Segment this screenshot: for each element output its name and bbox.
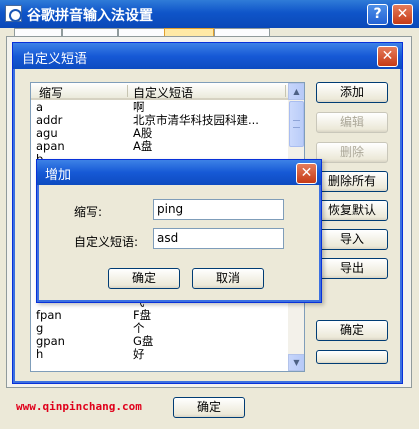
custom-phrase-ok-button[interactable]: 确定: [316, 320, 388, 341]
scroll-down-button[interactable]: ▼: [288, 354, 304, 371]
phrase-row-phrase: 好: [133, 348, 145, 361]
scroll-thumb[interactable]: [289, 101, 304, 147]
edit-button[interactable]: 编辑: [316, 112, 388, 133]
import-button[interactable]: 导入: [316, 229, 388, 250]
phrase-row-phrase: F盘: [133, 309, 152, 322]
tab-1[interactable]: [14, 28, 62, 36]
tab-5[interactable]: [214, 28, 270, 36]
abbr-input[interactable]: ping: [153, 199, 284, 220]
column-header-phrase[interactable]: 自定义短语: [133, 84, 193, 101]
app-icon: [5, 5, 22, 22]
tab-active[interactable]: [164, 28, 214, 36]
custom-phrase-title: 自定义短语: [22, 52, 88, 67]
column-divider[interactable]: [285, 85, 286, 97]
phrase-input[interactable]: asd: [153, 228, 284, 249]
phrase-row-phrase: 个: [133, 322, 145, 335]
main-window-title: 谷歌拼音输入法设置: [27, 8, 153, 24]
phrase-row-phrase: G盘: [133, 335, 154, 348]
phrase-row[interactable]: g个: [31, 322, 288, 335]
abbr-label: 缩写:: [74, 205, 103, 219]
add-phrase-title: 增加: [45, 168, 72, 183]
delete-all-button[interactable]: 删除所有: [316, 171, 388, 192]
add-phrase-dialog: 增加 ✕ 缩写: ping 自定义短语: asd 确定 取消: [36, 159, 322, 303]
main-close-button[interactable]: ✕: [392, 4, 413, 25]
column-header-abbr[interactable]: 缩写: [39, 84, 63, 101]
add-cancel-button[interactable]: 取消: [192, 268, 264, 289]
phrase-row[interactable]: a啊: [31, 101, 288, 114]
phrase-row-phrase: A股: [133, 127, 153, 140]
tab-2[interactable]: [62, 28, 118, 36]
add-phrase-title-bar[interactable]: 增加 ✕: [37, 160, 321, 185]
phrase-row[interactable]: fpan F盘: [31, 309, 288, 322]
phrase-row[interactable]: addr 北京市清华科技园科建...: [31, 114, 288, 127]
restore-default-button[interactable]: 恢复默认: [316, 200, 388, 221]
phrase-row-phrase: A盘: [133, 140, 153, 153]
delete-button[interactable]: 删除: [316, 142, 388, 163]
main-ok-button[interactable]: 确定: [173, 397, 245, 418]
custom-phrase-title-bar[interactable]: 自定义短语 ✕: [13, 43, 402, 69]
phrase-row[interactable]: h好: [31, 348, 288, 361]
help-button[interactable]: ?: [367, 4, 388, 25]
scroll-up-button[interactable]: ▲: [288, 83, 304, 100]
phrase-list-header: 缩写 自定义短语: [31, 83, 288, 100]
add-button[interactable]: 添加: [316, 82, 388, 103]
custom-phrase-cancel-button[interactable]: [316, 350, 388, 364]
main-title-bar[interactable]: 谷歌拼音输入法设置 ? ✕: [0, 0, 419, 28]
phrase-label: 自定义短语:: [74, 235, 139, 249]
phrase-row[interactable]: apan A盘: [31, 140, 288, 153]
main-tab-strip: [14, 28, 274, 36]
add-ok-button[interactable]: 确定: [108, 268, 180, 289]
watermark-url: www.qinpinchang.com: [16, 400, 142, 413]
add-phrase-close-button[interactable]: ✕: [296, 163, 317, 184]
custom-phrase-close-button[interactable]: ✕: [377, 46, 398, 67]
phrase-row-phrase: 啊: [133, 101, 145, 114]
export-button[interactable]: 导出: [316, 258, 388, 279]
phrase-row[interactable]: gpan G盘: [31, 335, 288, 348]
phrase-row-phrase: 北京市清华科技园科建...: [133, 114, 259, 127]
column-divider[interactable]: [127, 85, 128, 97]
phrase-row[interactable]: agu A股: [31, 127, 288, 140]
phrase-row-abbr: h: [36, 347, 44, 361]
